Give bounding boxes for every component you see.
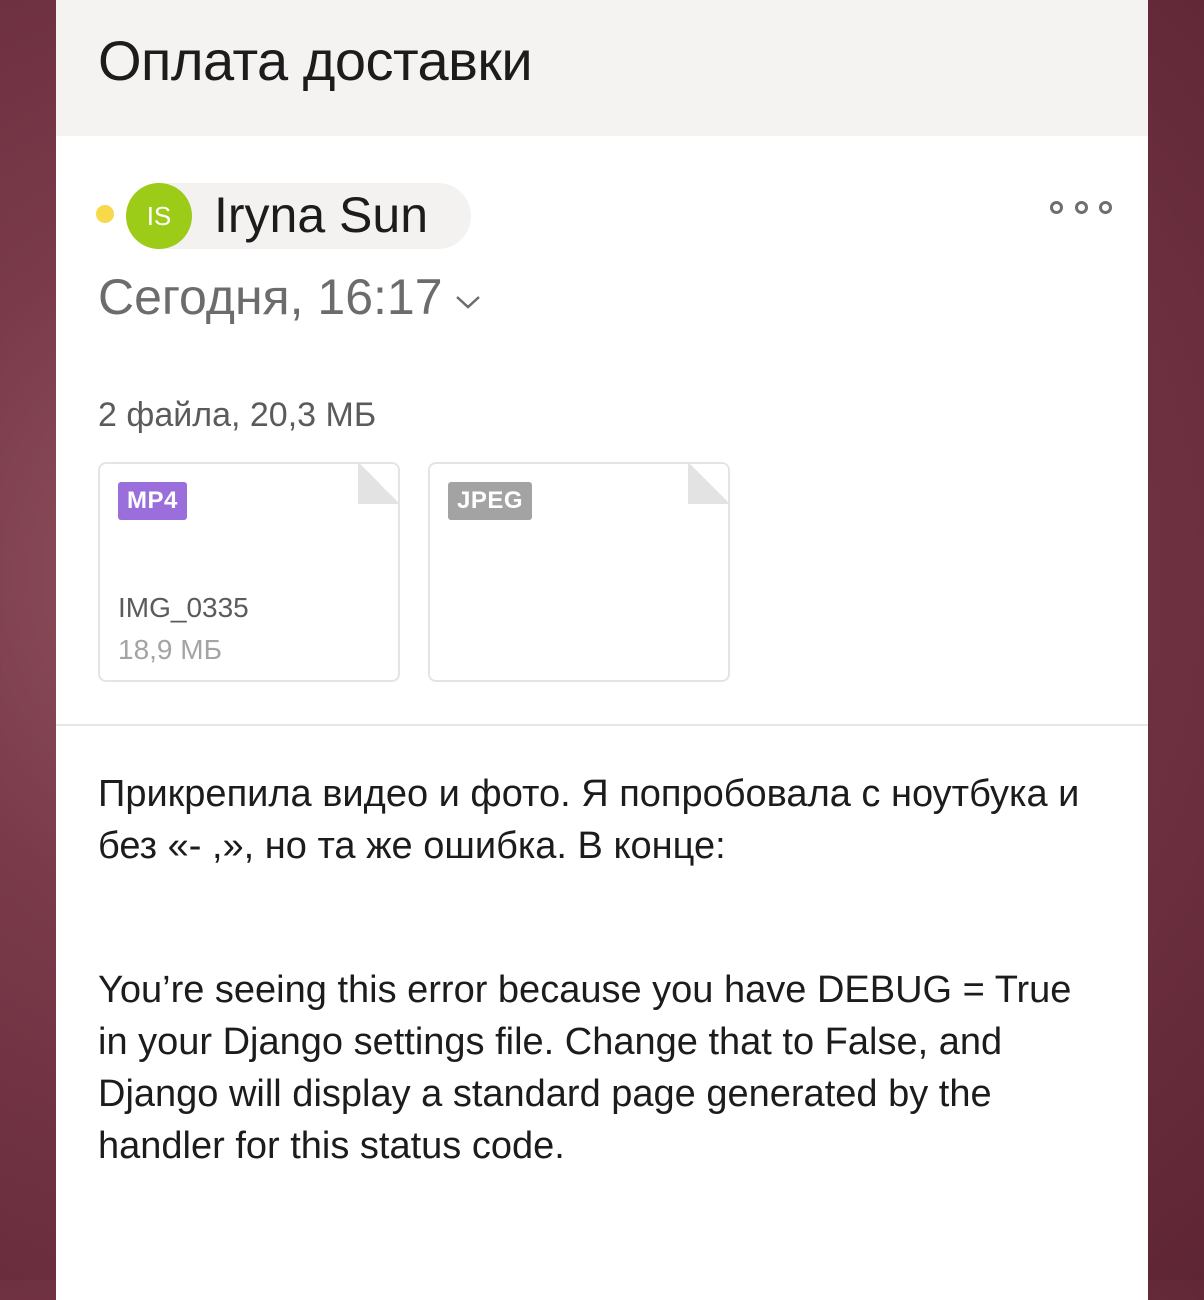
more-options-button[interactable] [1050, 196, 1112, 218]
message-date-toggle[interactable]: Сегодня, 16:17 [98, 268, 481, 326]
attachment-mp4[interactable]: MP4 IMG_0335 18,9 МБ [98, 462, 400, 682]
file-type-badge: MP4 [118, 482, 187, 520]
sender-name[interactable]: Iryna Sun [214, 186, 428, 244]
message-header: Оплата доставки [56, 0, 1148, 136]
message-date: Сегодня, 16:17 [98, 269, 443, 325]
attachments-summary: 2 файла, 20,3 МБ [98, 396, 377, 434]
page-fold-icon [358, 464, 398, 504]
file-size: 18,9 МБ [118, 634, 222, 665]
attachment-jpeg[interactable]: JPEG [428, 462, 730, 682]
message-subject: Оплата доставки [98, 29, 533, 92]
page-fold-icon [688, 464, 728, 504]
chevron-down-icon [455, 296, 480, 309]
message-body-paragraph: Прикрепила видео и фото. Я попробовала с… [98, 773, 1080, 867]
avatar-initials: IS [146, 200, 172, 231]
more-horizontal-icon [1050, 200, 1063, 214]
message-card: Оплата доставки IS Iryna Sun Сегодня, 16… [56, 0, 1148, 1300]
file-name: IMG_0335 [118, 592, 249, 623]
message-body-paragraph: You’re seeing this error because you hav… [98, 969, 1072, 1167]
unread-indicator [96, 205, 114, 223]
divider [56, 724, 1148, 726]
sender-avatar[interactable]: IS [126, 183, 192, 249]
file-type-badge: JPEG [448, 482, 533, 520]
